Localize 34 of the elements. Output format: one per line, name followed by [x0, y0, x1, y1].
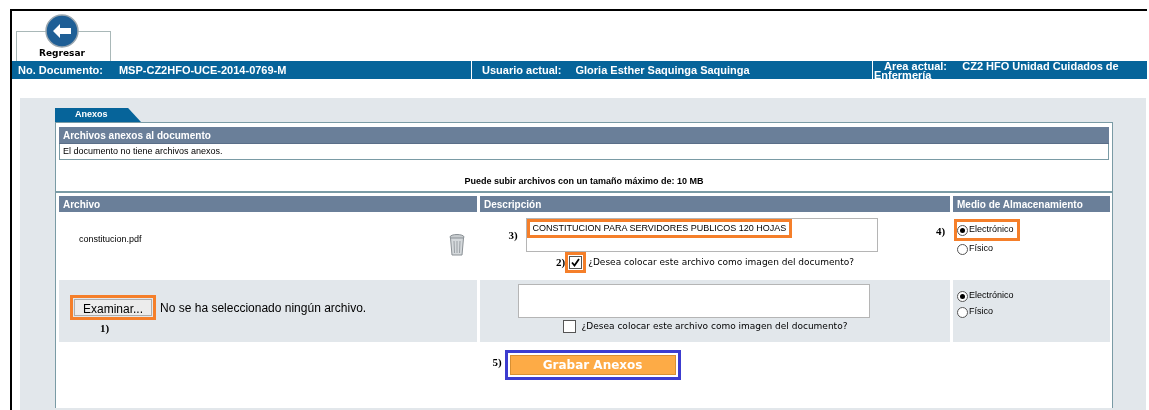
annotation-number: 4): [936, 224, 946, 239]
annotation-number: 1): [100, 321, 110, 337]
user-name: Gloria Esther Saquinga Saquinga: [575, 62, 750, 78]
back-button[interactable]: Regresar: [39, 14, 85, 58]
section-header: Archivos anexos al documento: [59, 127, 1109, 144]
radio-label: Electrónico: [969, 289, 1014, 303]
radio-button[interactable]: [957, 290, 968, 302]
document-number: MSP-CZ2HFO-UCE-2014-0769-M: [118, 62, 287, 78]
radio-label: Físico: [969, 242, 993, 256]
field-label: Usuario actual:: [482, 62, 562, 78]
tab[interactable]: Anexos: [55, 108, 141, 122]
radio-label: Físico: [969, 305, 993, 319]
file-status: No se ha seleccionado ningún archivo.: [160, 299, 367, 317]
field-label: No. Documento:: [18, 62, 103, 78]
column-header: Descripción: [480, 196, 950, 212]
column-header: Archivo: [59, 196, 477, 212]
trash-icon[interactable]: [449, 234, 465, 256]
radio-button[interactable]: [957, 224, 968, 236]
annotation-number: 3): [508, 227, 518, 243]
annotation-number: 2): [556, 255, 566, 270]
description-field[interactable]: [518, 284, 870, 318]
area-text: Area actual: CZ2 HFO Unidad Cuidados de Enfermería: [874, 61, 1120, 80]
radio-button[interactable]: [957, 243, 968, 255]
empty-message: El documento no tiene archivos anexos.: [63, 144, 223, 158]
radio-label: Electrónico: [969, 223, 1014, 237]
checkbox[interactable]: [562, 320, 576, 334]
column-header: Medio de Almacenamiento: [953, 196, 1110, 212]
size-note: Puede subir archivos con un tamaño máximo de: 10 MB: [464, 174, 704, 188]
description-field[interactable]: CONSTITUCION PARA SERVIDORES PUBLICOS 120 HOJAS: [525, 218, 878, 252]
checkbox-label: ¿Desea colocar este archivo como imagen del documento?: [581, 320, 848, 333]
radio-button[interactable]: [957, 306, 968, 318]
annotation-number: 5): [492, 354, 502, 370]
checkbox-label: ¿Desea colocar este archivo como imagen del documento?: [588, 255, 854, 269]
file-name: constitucion.pdf: [79, 233, 142, 247]
